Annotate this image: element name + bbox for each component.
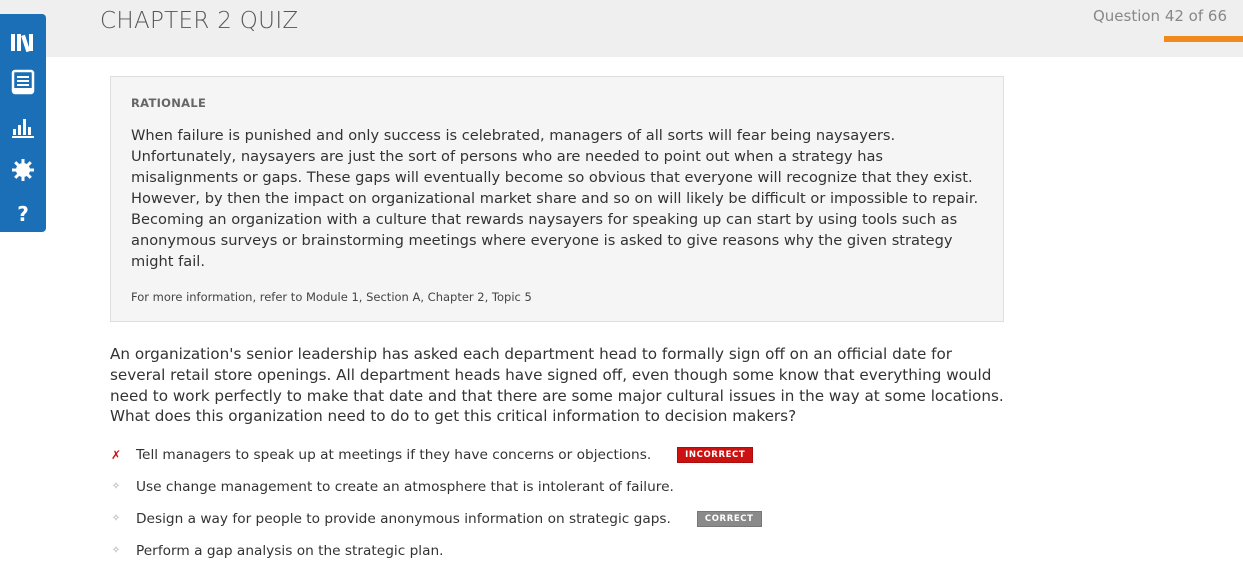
answer-text: Perform a gap analysis on the strategic …: [136, 543, 444, 559]
answer-option-1[interactable]: ✗ Tell managers to speak up at meetings …: [110, 445, 1010, 467]
gear-icon[interactable]: [9, 156, 37, 184]
bullet-icon: ✧: [111, 481, 121, 492]
rationale-panel: RATIONALE When failure is punished and o…: [110, 76, 1004, 322]
answer-text: Tell managers to speak up at meetings if…: [136, 447, 652, 463]
answer-option-4[interactable]: ✧ Perform a gap analysis on the strategi…: [110, 541, 1010, 563]
answer-option-3[interactable]: ✧ Design a way for people to provide ano…: [110, 509, 1010, 531]
incorrect-x-icon: ✗: [110, 448, 122, 462]
answer-option-2[interactable]: ✧ Use change management to create an atm…: [110, 477, 1010, 499]
rationale-label: RATIONALE: [131, 96, 207, 110]
answer-text: Use change management to create an atmos…: [136, 479, 674, 495]
question-text: An organization's senior leadership has …: [110, 345, 1004, 426]
help-icon-label: ?: [17, 202, 29, 226]
library-icon[interactable]: [9, 28, 37, 56]
sidebar: ?: [0, 14, 46, 232]
quiz-header: CHAPTER 2 QUIZ Question 42 of 66: [0, 0, 1243, 57]
help-icon[interactable]: ?: [9, 200, 37, 228]
rationale-text: When failure is punished and only succes…: [131, 127, 979, 270]
question-counter: Question 42 of 66: [1092, 7, 1227, 25]
progress-bar: [1164, 36, 1243, 42]
quiz-title: CHAPTER 2 QUIZ: [100, 8, 299, 34]
bar-chart-icon[interactable]: [9, 114, 37, 142]
rationale-reference: For more information, refer to Module 1,…: [131, 290, 532, 304]
bullet-icon: ✧: [111, 513, 121, 524]
bullet-icon: ✧: [111, 545, 121, 556]
notebook-icon[interactable]: [9, 68, 37, 96]
answer-text: Design a way for people to provide anony…: [136, 511, 671, 527]
correct-badge: CORRECT: [696, 511, 762, 527]
incorrect-badge: INCORRECT: [677, 447, 754, 463]
